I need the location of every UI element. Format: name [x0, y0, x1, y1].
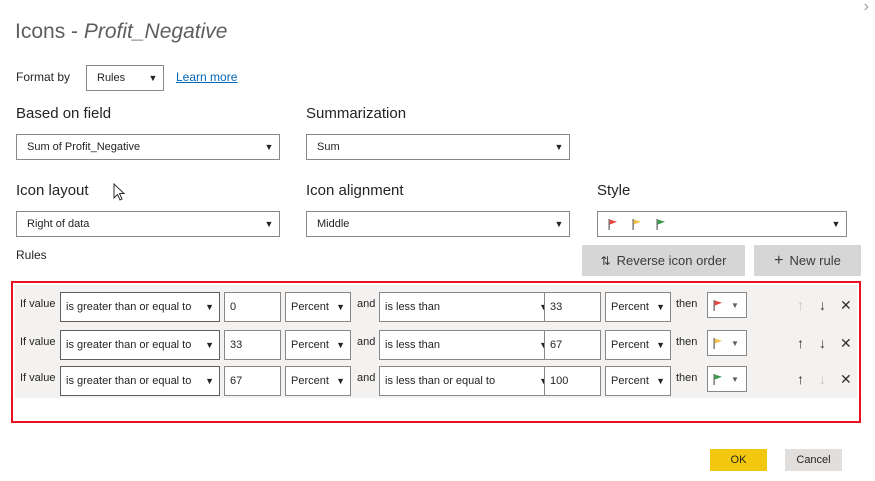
chevron-down-icon: ▼	[554, 219, 564, 229]
icon-layout-value: Right of data	[27, 218, 90, 230]
based-on-field-label: Based on field	[16, 105, 112, 122]
chevron-down-icon: ▼	[148, 73, 158, 83]
format-by-label: Format by	[16, 70, 71, 84]
flag-green-icon	[656, 218, 665, 230]
icon-alignment-label: Icon alignment	[306, 182, 404, 199]
icon-alignment-value: Middle	[317, 218, 350, 230]
chevron-down-icon: ▼	[831, 219, 841, 229]
icon-alignment-select[interactable]: Middle ▼	[306, 211, 570, 237]
new-rule-label: New rule	[789, 253, 841, 268]
chevron-down-icon: ▼	[264, 219, 274, 229]
summarization-label: Summarization	[306, 105, 407, 122]
close-icon[interactable]: ›	[864, 0, 869, 16]
format-by-select[interactable]: Rules ▼	[86, 65, 164, 91]
cancel-button[interactable]: Cancel	[785, 449, 842, 471]
summarization-select[interactable]: Sum ▼	[306, 134, 570, 160]
flag-red-icon	[608, 218, 617, 230]
sort-arrows-icon: ⇅	[600, 253, 611, 268]
mouse-pointer-icon	[113, 183, 126, 201]
summarization-value: Sum	[317, 141, 340, 153]
flag-yellow-icon	[632, 218, 641, 230]
plus-icon: +	[774, 251, 784, 269]
style-select[interactable]: ▼	[597, 211, 847, 237]
rules-highlight-border	[11, 281, 861, 423]
format-by-value: Rules	[97, 72, 126, 84]
ok-button[interactable]: OK	[710, 449, 767, 471]
chevron-down-icon: ▼	[554, 142, 564, 152]
chevron-down-icon: ▼	[264, 142, 274, 152]
based-on-field-value: Sum of Profit_Negative	[27, 141, 141, 153]
dialog-title-prefix: Icons -	[15, 20, 84, 43]
reverse-icon-order-label: Reverse icon order	[616, 253, 727, 268]
learn-more-link[interactable]: Learn more	[176, 70, 237, 84]
icon-layout-select[interactable]: Right of data ▼	[16, 211, 280, 237]
dialog-title-field: Profit_Negative	[83, 20, 228, 43]
rules-label: Rules	[16, 248, 47, 262]
new-rule-button[interactable]: + New rule	[754, 245, 861, 276]
style-label: Style	[597, 182, 631, 199]
reverse-icon-order-button[interactable]: ⇅ Reverse icon order	[582, 245, 745, 276]
style-icons	[608, 218, 829, 230]
dialog-title: Icons - Profit_Negative	[15, 20, 227, 44]
based-on-field-select[interactable]: Sum of Profit_Negative ▼	[16, 134, 280, 160]
icon-layout-label: Icon layout	[16, 182, 89, 199]
